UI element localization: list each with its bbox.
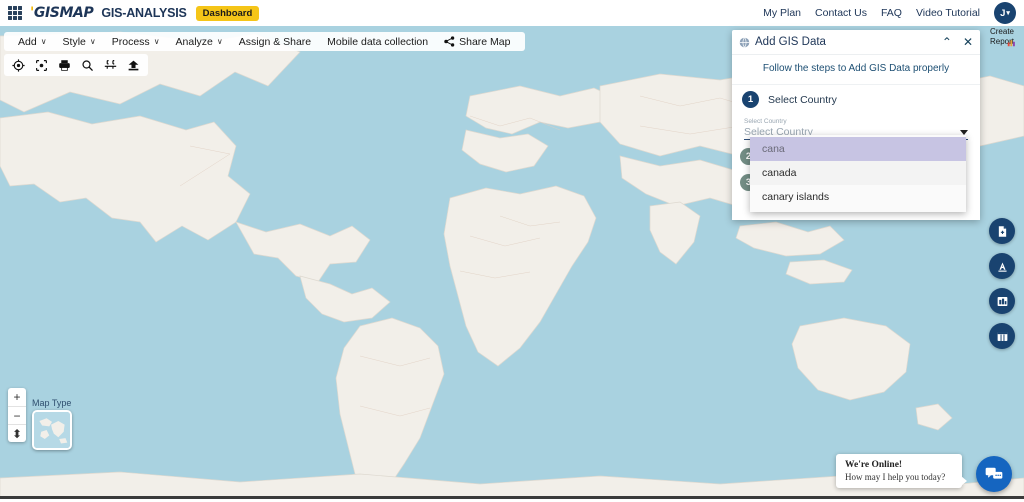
panel-header: Add GIS Data ⌃ ✕ — [732, 30, 980, 55]
zoom-controls: + − ⬍ — [8, 388, 26, 442]
document-add-icon[interactable] — [989, 218, 1015, 244]
grid-apps-icon[interactable] — [8, 6, 22, 20]
locate-target-icon[interactable] — [8, 55, 29, 75]
create-report-line1: Create — [982, 27, 1022, 37]
chevron-down-icon: ∨ — [217, 37, 223, 46]
header-link-my-plan[interactable]: My Plan — [763, 7, 801, 19]
menu-analyze-label: Analyze — [176, 36, 213, 48]
report-chart-icon — [1007, 38, 1016, 47]
menu-mobile-data-collection[interactable]: Mobile data collection — [319, 36, 436, 48]
chat-greeting-bubble: We're Online! How may I help you today? — [836, 454, 962, 488]
chevron-down-icon: ∨ — [41, 37, 47, 46]
brand-logo[interactable]: 'GISMAP — [30, 5, 93, 21]
chat-bubbles-icon — [984, 464, 1004, 484]
dropdown-option-canada[interactable]: canada — [750, 161, 966, 185]
map-type-label: Map Type — [32, 398, 72, 408]
text-label-icon[interactable] — [989, 253, 1015, 279]
menu-share-map-label: Share Map — [459, 36, 510, 48]
panel-title: Add GIS Data — [755, 36, 826, 48]
menu-add[interactable]: Add ∨ — [10, 36, 55, 48]
panel-actions: ⌃ ✕ — [942, 36, 973, 48]
map-type-thumbnail[interactable] — [32, 410, 72, 450]
zoom-in-button[interactable]: + — [8, 388, 26, 406]
step-1-number: 1 — [742, 91, 759, 108]
header-links: My Plan Contact Us FAQ Video Tutorial J▾ — [763, 2, 1024, 24]
select-country-floating-label: Select Country — [744, 118, 968, 125]
upload-home-icon[interactable] — [123, 55, 144, 75]
menu-analyze[interactable]: Analyze ∨ — [168, 36, 231, 48]
header-link-faq[interactable]: FAQ — [881, 7, 902, 19]
menu-process-label: Process — [112, 36, 150, 48]
step-1: 1 Select Country — [732, 84, 980, 114]
chevron-down-icon: ∨ — [154, 37, 160, 46]
close-icon[interactable]: ✕ — [963, 36, 973, 48]
step-1-label: Select Country — [768, 94, 837, 106]
header-link-contact-us[interactable]: Contact Us — [815, 7, 867, 19]
product-name: GIS-ANALYSIS — [101, 6, 186, 20]
user-avatar[interactable]: J▾ — [994, 2, 1016, 24]
top-header: 'GISMAP GIS-ANALYSIS Dashboard My Plan C… — [0, 0, 1024, 26]
globe-icon — [739, 37, 750, 48]
country-dropdown: cana canada canary islands — [750, 135, 966, 212]
search-icon[interactable] — [77, 55, 98, 75]
header-link-video-tutorial[interactable]: Video Tutorial — [916, 7, 980, 19]
map-type-switcher: Map Type — [32, 398, 72, 450]
avatar-initial: J — [1000, 8, 1005, 19]
create-report-button[interactable]: Create Report — [982, 27, 1022, 47]
share-nodes-icon — [444, 36, 455, 47]
map-menu-bar: Add ∨ Style ∨ Process ∨ Analyze ∨ Assign… — [4, 32, 525, 51]
dashboard-badge[interactable]: Dashboard — [196, 6, 260, 21]
right-action-fabs — [989, 218, 1015, 349]
chevron-down-icon: ∨ — [90, 37, 96, 46]
menu-mobile-data-collection-label: Mobile data collection — [327, 36, 428, 48]
chat-line-2: How may I help you today? — [845, 472, 953, 482]
collapse-icon[interactable]: ⌃ — [942, 36, 952, 48]
dropdown-option-cana[interactable]: cana — [750, 137, 966, 161]
panel-subtitle: Follow the steps to Add GIS Data properl… — [732, 55, 980, 84]
chat-open-button[interactable] — [976, 456, 1012, 492]
menu-assign-share[interactable]: Assign & Share — [231, 36, 319, 48]
compass-button[interactable]: ⬍ — [8, 424, 26, 442]
chevron-down-icon: ▾ — [1006, 9, 1010, 17]
crosshair-select-icon[interactable] — [31, 55, 52, 75]
dropdown-option-canary-islands[interactable]: canary islands — [750, 185, 966, 209]
zoom-out-button[interactable]: − — [8, 406, 26, 424]
menu-add-label: Add — [18, 36, 37, 48]
app-root: 'GISMAP GIS-ANALYSIS Dashboard My Plan C… — [0, 0, 1024, 502]
measure-distance-icon[interactable] — [100, 55, 121, 75]
map-tool-bar — [4, 54, 148, 76]
menu-style-label: Style — [63, 36, 86, 48]
menu-style[interactable]: Style ∨ — [55, 36, 104, 48]
map-bottom-border — [0, 496, 1024, 499]
chat-line-1: We're Online! — [845, 460, 953, 470]
menu-process[interactable]: Process ∨ — [104, 36, 168, 48]
menu-assign-share-label: Assign & Share — [239, 36, 311, 48]
legend-image-icon[interactable] — [989, 288, 1015, 314]
printer-icon[interactable] — [54, 55, 75, 75]
table-grid-icon[interactable] — [989, 323, 1015, 349]
mini-globe-icon — [34, 412, 70, 448]
menu-share-map[interactable]: Share Map — [436, 36, 518, 48]
brand-logo-text: GISMAP — [34, 5, 93, 21]
